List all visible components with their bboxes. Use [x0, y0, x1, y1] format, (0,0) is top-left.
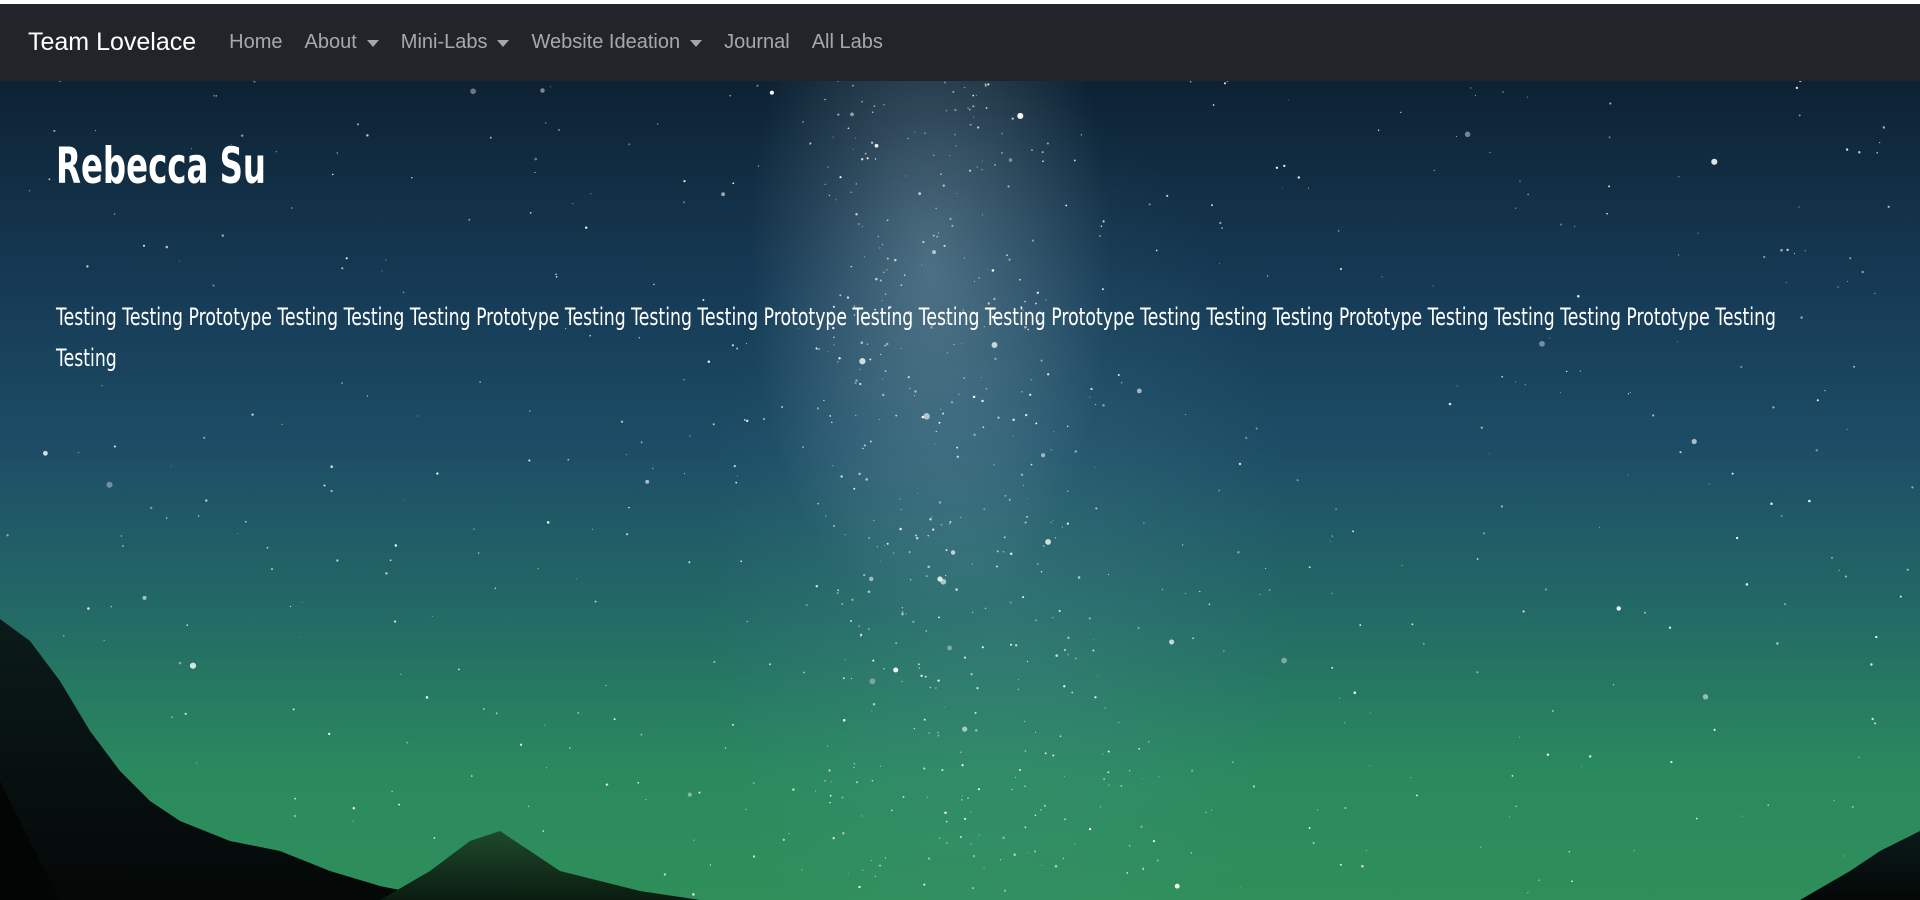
nav-item-about[interactable]: About: [294, 31, 390, 54]
chevron-down-icon: [497, 40, 510, 47]
chevron-down-icon: [690, 40, 703, 47]
nav-list: Home About Mini-Labs Website Ideation Jo…: [218, 31, 894, 54]
nav-item-label: Mini-Labs: [400, 31, 488, 53]
hero-section: Rebecca Su Testing Testing Prototype Tes…: [0, 81, 1920, 900]
page: Team Lovelace Home About Mini-Labs Websi…: [0, 0, 1920, 900]
body-paragraph: Testing Testing Prototype Testing Testin…: [56, 303, 1777, 372]
nav-item-all-labs[interactable]: All Labs: [801, 31, 894, 54]
chevron-down-icon: [366, 40, 379, 47]
nav-item-mini-labs[interactable]: Mini-Labs: [390, 31, 521, 54]
hero-content: Rebecca Su Testing Testing Prototype Tes…: [56, 137, 1836, 372]
nav-item-label: Journal: [724, 31, 790, 53]
nav-item-home[interactable]: Home: [218, 31, 293, 54]
nav-item-label: About: [304, 31, 357, 53]
navbar-brand[interactable]: Team Lovelace: [28, 28, 196, 57]
nav-item-label: Home: [229, 31, 283, 53]
nav-item-label: Website Ideation: [531, 31, 681, 53]
mountain-silhouette: [0, 619, 1920, 900]
page-title: Rebecca Su: [56, 137, 266, 195]
nav-item-journal[interactable]: Journal: [713, 31, 801, 54]
nav-item-label: All Labs: [811, 31, 883, 53]
nav-item-website-ideation[interactable]: Website Ideation: [520, 31, 713, 54]
navbar: Team Lovelace Home About Mini-Labs Websi…: [0, 4, 1920, 81]
